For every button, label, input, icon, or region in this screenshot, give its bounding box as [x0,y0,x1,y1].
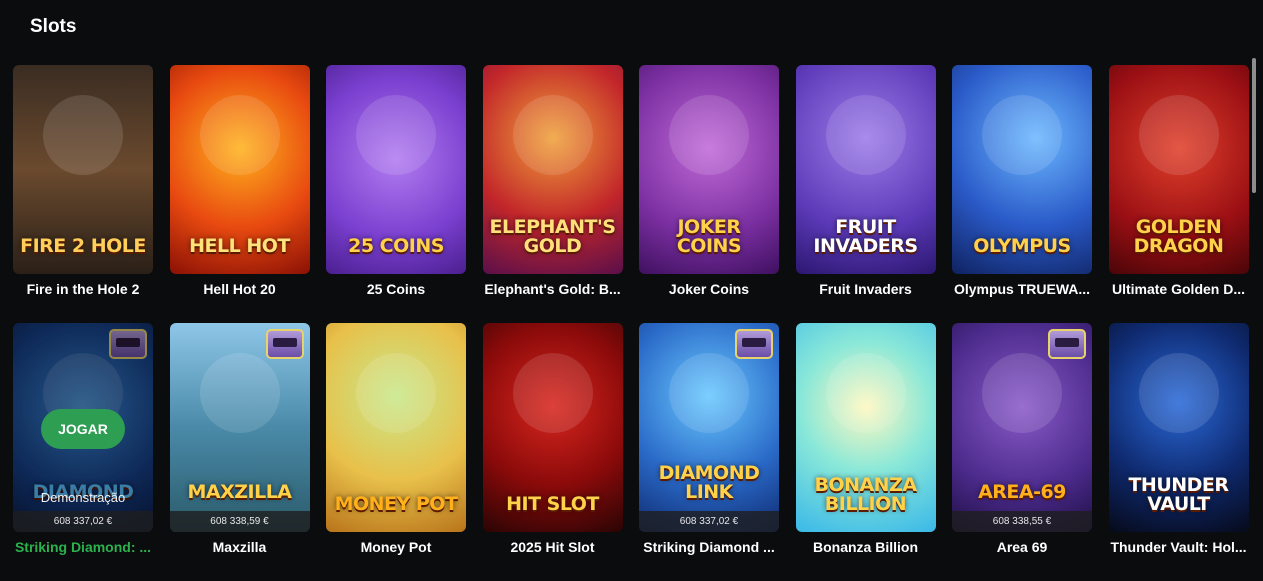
game-thumbnail[interactable]: MONEY POT [326,323,466,532]
game-thumbnail[interactable]: HIT SLOT [482,323,623,532]
game-logo-text: JOKER COINS [676,216,742,257]
game-thumbnail[interactable]: JOKER COINS [639,65,779,274]
game-artwork [43,95,123,175]
game-logo-text: BONANZA BILLION [814,474,917,515]
game-title[interactable]: Area 69 [952,539,1092,555]
game-card[interactable]: DIAMOND LINK 608 337,02 € Striking Diamond… [639,323,779,581]
game-card[interactable]: DIAMOND JOGAR Demonstração 608 337,02 € Stri… [13,323,153,581]
game-thumbnail[interactable]: DIAMOND LINK 608 337,02 € [639,323,779,532]
game-artwork [1138,353,1219,433]
game-card[interactable]: HIT SLOT 2025 Hit Slot [482,323,623,581]
game-logo-text: 25 COINS [348,235,444,257]
game-card[interactable]: HELL HOT Hell Hot 20 [169,65,310,323]
game-title[interactable]: Maxzilla [170,539,310,555]
game-artwork [512,353,593,433]
game-thumbnail[interactable]: GOLDEN DRAGON [1108,65,1249,274]
game-thumbnail[interactable]: FIRE 2 HOLE [13,65,153,274]
game-thumbnail[interactable]: FRUIT INVADERS [795,65,936,274]
game-card[interactable]: FIRE 2 HOLE Fire in the Hole 2 [13,65,153,323]
jackpot-amount: 608 338,55 € [952,511,1092,532]
game-title[interactable]: Thunder Vault: Hol... [1109,539,1249,555]
game-artwork [199,353,280,433]
game-logo-text: HIT SLOT [506,493,599,515]
game-logo-text: THUNDER VAULT [1128,474,1229,515]
game-title[interactable]: Fire in the Hole 2 [13,281,153,297]
game-title[interactable]: Ultimate Golden D... [1109,281,1249,297]
game-artwork [825,95,906,175]
game-card[interactable]: FRUIT INVADERS Fruit Invaders [795,65,936,323]
game-logo-text: HELL HOT [189,235,290,257]
game-thumbnail[interactable]: AREA-69 608 338,55 € [952,323,1092,532]
jackpot-amount: 608 337,02 € [13,511,153,532]
game-logo-text: DIAMOND LINK [658,462,760,503]
game-artwork [669,95,749,175]
game-artwork [982,353,1062,433]
game-artwork [356,353,436,433]
game-thumbnail[interactable]: 25 COINS [326,65,466,274]
game-logo-text: FIRE 2 HOLE [20,235,146,257]
game-thumbnail[interactable]: HELL HOT [169,65,310,274]
game-thumbnail[interactable]: BONANZA BILLION [795,323,936,532]
game-card[interactable]: 25 COINS 25 Coins [326,65,466,323]
game-title[interactable]: Money Pot [326,539,466,555]
game-logo-text: MONEY POT [334,493,458,515]
game-card[interactable]: OLYMPUS Olympus TRUEWA... [952,65,1092,323]
game-thumbnail[interactable]: OLYMPUS [952,65,1092,274]
game-title[interactable]: Elephant's Gold: B... [483,281,623,297]
demo-button[interactable]: Demonstração [13,490,153,505]
game-artwork [669,353,749,433]
game-card[interactable]: MONEY POT Money Pot [326,323,466,581]
jackpot-badge-icon [735,329,773,359]
game-thumbnail[interactable]: MAXZILLA 608 338,59 € [169,323,310,532]
game-artwork [825,353,906,433]
game-thumbnail[interactable]: ELEPHANT'S GOLD [482,65,623,274]
game-logo-text: MAXZILLA [187,481,292,503]
game-title[interactable]: Striking Diamond ... [639,539,779,555]
game-title[interactable]: Striking Diamond: ... [13,539,153,555]
game-logo-text: OLYMPUS [973,235,1071,257]
game-artwork [1138,95,1219,175]
game-artwork [199,95,280,175]
games-grid: FIRE 2 HOLE Fire in the Hole 2 HELL HOT Hel… [13,65,1249,581]
jackpot-amount: 608 338,59 € [169,511,310,532]
section-title: Slots [30,16,77,37]
game-title[interactable]: Olympus TRUEWA... [952,281,1092,297]
game-title[interactable]: Bonanza Billion [796,539,936,555]
game-thumbnail[interactable]: DIAMOND JOGAR Demonstração 608 337,02 € [13,323,153,532]
jackpot-badge-icon [265,329,304,359]
game-card[interactable]: ELEPHANT'S GOLD Elephant's Gold: B... [482,65,623,323]
game-title[interactable]: Fruit Invaders [796,281,936,297]
jackpot-amount: 608 337,02 € [639,511,779,532]
game-logo-text: AREA-69 [978,481,1066,503]
game-logo-text: GOLDEN DRAGON [1133,216,1224,257]
game-card[interactable]: JOKER COINS Joker Coins [639,65,779,323]
game-logo-text: FRUIT INVADERS [813,216,918,257]
scrollbar[interactable] [1252,58,1256,193]
game-card[interactable]: MAXZILLA 608 338,59 € Maxzilla [169,323,310,581]
game-artwork [982,95,1062,175]
game-artwork [512,95,593,175]
game-thumbnail[interactable]: THUNDER VAULT [1108,323,1249,532]
jackpot-badge-icon [1048,329,1086,359]
game-logo-text: ELEPHANT'S GOLD [489,216,616,257]
game-card[interactable]: GOLDEN DRAGON Ultimate Golden D... [1108,65,1249,323]
game-title[interactable]: 2025 Hit Slot [483,539,623,555]
game-title[interactable]: Joker Coins [639,281,779,297]
game-card[interactable]: AREA-69 608 338,55 € Area 69 [952,323,1092,581]
play-button[interactable]: JOGAR [41,409,125,449]
game-title[interactable]: 25 Coins [326,281,466,297]
game-card[interactable]: THUNDER VAULT Thunder Vault: Hol... [1108,323,1249,581]
game-title[interactable]: Hell Hot 20 [170,281,310,297]
game-artwork [356,95,436,175]
game-card[interactable]: BONANZA BILLION Bonanza Billion [795,323,936,581]
